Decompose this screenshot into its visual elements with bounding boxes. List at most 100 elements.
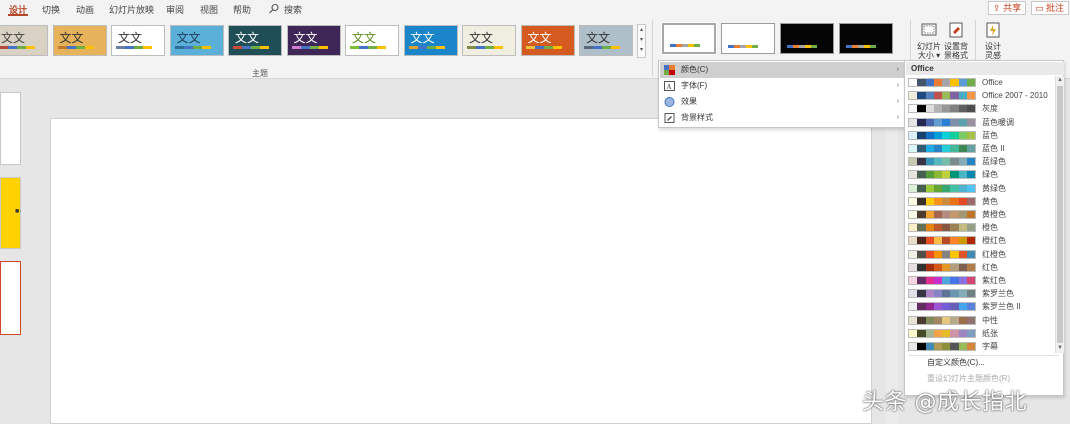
color-scheme-item[interactable]: 蓝色 II	[905, 142, 1055, 155]
color-scheme-item[interactable]: Office 2007 - 2010	[905, 89, 1055, 102]
svg-text:A: A	[667, 83, 672, 91]
theme-sample-text: 文文	[59, 31, 84, 45]
color-scheme-label: 黄橙色	[982, 210, 1006, 219]
customize-colors-item[interactable]: 自定义颜色(C)...	[927, 357, 985, 368]
theme-sample-text: 文文	[176, 31, 201, 45]
tab-slideshow[interactable]: 幻灯片放映	[109, 3, 154, 16]
color-scheme-item[interactable]: 黄橙色	[905, 208, 1055, 221]
vertical-scrollbar[interactable]	[886, 80, 898, 424]
menu-item-effects[interactable]: 效果 ›	[660, 94, 905, 110]
variant-thumbnail[interactable]	[661, 22, 717, 55]
theme-color-strip	[116, 46, 152, 49]
color-scheme-item[interactable]: 中性	[905, 314, 1055, 327]
color-scheme-label: Office 2007 - 2010	[982, 91, 1048, 101]
color-scheme-label: 蓝色	[982, 130, 998, 140]
color-swatches	[908, 78, 976, 87]
color-swatches	[908, 130, 976, 140]
variant-color-strip	[787, 45, 817, 48]
theme-thumbnail[interactable]: 文文	[111, 25, 165, 56]
slide-canvas[interactable]	[50, 118, 872, 424]
design-ideas-label: 设计 灵感	[985, 42, 1001, 60]
share-icon: ⇪	[993, 3, 1001, 13]
theme-thumbnail[interactable]: 文文	[345, 25, 399, 56]
scroll-up-icon[interactable]: ▲	[1056, 76, 1064, 85]
design-ideas-icon	[986, 22, 1000, 38]
color-scheme-item[interactable]: 灰度	[905, 102, 1055, 115]
color-scheme-label: 紫罗兰色	[982, 289, 1014, 299]
color-swatches	[908, 157, 976, 167]
color-swatches	[908, 196, 976, 206]
color-scheme-item[interactable]: 绿色	[905, 168, 1055, 181]
tab-animations[interactable]: 动画	[76, 3, 94, 16]
color-scheme-item[interactable]: 黄色	[905, 195, 1055, 208]
color-scheme-label: 中性	[982, 315, 998, 325]
theme-thumbnail[interactable]: 文文	[403, 25, 458, 56]
variant-color-strip	[670, 44, 700, 47]
tab-help[interactable]: 帮助	[233, 3, 251, 16]
color-scheme-label: 橙色	[982, 223, 998, 233]
scroll-down-icon[interactable]: ▼	[1056, 344, 1064, 353]
color-scheme-item[interactable]: 紫罗兰色 II	[905, 300, 1055, 313]
color-scheme-label: 蓝色 II	[982, 144, 1005, 153]
variant-thumbnail[interactable]	[839, 23, 893, 54]
theme-thumbnail[interactable]: 文文	[0, 25, 48, 56]
color-scheme-item[interactable]: 红色	[905, 261, 1055, 274]
theme-thumbnail[interactable]: 文文	[228, 25, 282, 56]
theme-thumbnail[interactable]: 文文	[52, 25, 107, 56]
menu-item-fonts[interactable]: A 字体(F) ›	[660, 78, 905, 94]
divider	[652, 20, 653, 76]
color-scheme-item[interactable]: 蓝色	[905, 129, 1055, 142]
color-scheme-item[interactable]: 纸张	[905, 327, 1055, 340]
search-label[interactable]: 搜索	[284, 3, 302, 16]
menu-item-label: 字体(F)	[681, 81, 708, 90]
tab-transitions[interactable]: 切换	[42, 3, 60, 16]
menu-item-background-styles[interactable]: 背景样式 ›	[660, 110, 905, 126]
theme-color-strip	[233, 46, 269, 49]
fonts-icon: A	[664, 81, 675, 91]
color-scheme-item[interactable]: 橙红色	[905, 234, 1055, 247]
theme-thumbnail[interactable]: 文文	[169, 25, 224, 56]
tab-view[interactable]: 视图	[200, 3, 218, 16]
gallery-scroll[interactable]: ▴ ▾ ▾	[637, 24, 646, 58]
theme-thumbnail[interactable]: 文文	[462, 25, 516, 56]
tab-review[interactable]: 审阅	[166, 3, 184, 16]
theme-sample-text: 文文	[410, 31, 435, 45]
color-list-scrollbar[interactable]: ▲ ▼	[1055, 76, 1064, 353]
search-icon[interactable]	[268, 3, 280, 14]
color-scheme-item[interactable]: 蓝色暖调	[905, 116, 1055, 129]
slide-thumbnail[interactable]	[0, 92, 21, 165]
color-swatches	[908, 170, 976, 180]
color-scheme-label: 黄绿色	[982, 183, 1006, 193]
theme-thumbnail[interactable]: 文文	[286, 25, 341, 56]
color-scheme-label: 蓝色暖调	[982, 117, 1014, 127]
theme-color-strip	[174, 46, 211, 49]
variants-more-menu: 颜色(C) › A 字体(F) › 效果 › 背景样式 ›	[658, 60, 905, 128]
color-scheme-list: Office Office 2007 - 2010 灰度蓝色暖调蓝色蓝色 II 蓝绿色…	[905, 76, 1055, 352]
slide-thumbnail[interactable]: ■·	[0, 177, 22, 249]
color-swatches	[908, 289, 976, 299]
theme-thumbnail[interactable]: 文文	[520, 25, 575, 56]
color-swatches	[908, 342, 976, 351]
color-scheme-item[interactable]: Office	[905, 76, 1055, 89]
slide-size-icon	[921, 23, 937, 36]
theme-thumbnail[interactable]: 文文	[579, 25, 633, 56]
menu-bar: 设计 切换 动画 幻灯片放映 审阅 视图 帮助 搜索 ⇪ 共享 ▭ 批注	[0, 0, 1070, 17]
chevron-right-icon: ›	[896, 66, 899, 73]
color-scheme-item[interactable]: 紫红色	[905, 274, 1055, 287]
share-button[interactable]: ⇪ 共享	[988, 1, 1026, 15]
color-scheme-item[interactable]: 紫罗兰色	[905, 287, 1055, 300]
reset-theme-colors-item: 重设幻灯片主题颜色(R)	[927, 374, 1011, 383]
slide-thumbnail-selected[interactable]	[0, 261, 21, 335]
color-scheme-item[interactable]: 红橙色	[905, 248, 1055, 261]
comments-button[interactable]: ▭ 批注	[1031, 1, 1069, 15]
variant-thumbnail[interactable]	[780, 23, 834, 54]
color-scheme-item[interactable]: 黄绿色	[905, 182, 1055, 195]
color-scheme-item[interactable]: 蓝绿色	[905, 155, 1055, 168]
menu-item-colors[interactable]: 颜色(C) ›	[660, 62, 905, 78]
color-scheme-item[interactable]: 橙色	[905, 221, 1055, 234]
variant-thumbnail[interactable]	[721, 23, 775, 54]
scrollbar-thumb[interactable]	[1057, 86, 1063, 343]
color-scheme-item[interactable]: 字幕	[905, 340, 1055, 353]
color-scheme-label: 红橙色	[982, 249, 1006, 259]
theme-sample-text: 文文	[469, 31, 494, 45]
